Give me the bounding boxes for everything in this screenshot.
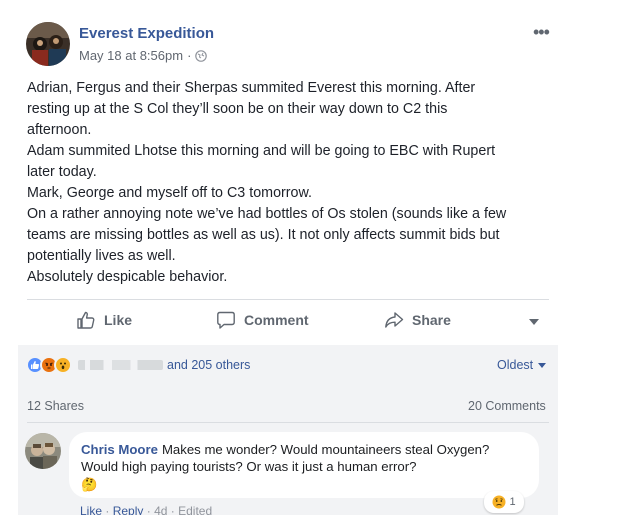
post-text: Adrian, Fergus and their Sherpas summite… <box>27 78 552 288</box>
post-line: resting up at the S Col they’ll soon be … <box>27 101 448 117</box>
separator: · <box>170 504 175 515</box>
sad-reaction-icon <box>492 495 506 509</box>
comments-count[interactable]: 20 Comments <box>468 399 546 413</box>
comment-label: Comment <box>244 312 309 328</box>
share-button[interactable]: Share <box>384 310 451 330</box>
page-name[interactable]: Everest Expedition <box>79 25 214 42</box>
share-arrow-icon <box>385 312 404 328</box>
comment-reply-link[interactable]: Reply <box>113 504 144 515</box>
post-line: afternoon. <box>27 122 92 138</box>
more-options-icon[interactable]: ••• <box>533 22 550 43</box>
comment-edited[interactable]: Edited <box>178 504 212 515</box>
divider <box>27 422 549 423</box>
post-card: Everest Expedition May 18 at 8:56pm · ••… <box>0 0 560 515</box>
comment-bubble: Chris Moore Makes me wonder? Would mounta… <box>69 432 539 498</box>
post-line: Adam summited Lhotse this morning and wi… <box>27 143 496 159</box>
wow-reaction-icon <box>54 356 72 374</box>
reaction-names[interactable]: and 205 others <box>78 358 250 372</box>
comment-button[interactable]: Comment <box>216 310 309 330</box>
comment-author[interactable]: Chris Moore <box>81 442 158 457</box>
post-line: Adrian, Fergus and their Sherpas summite… <box>27 80 476 96</box>
post-line: later today. <box>27 164 97 180</box>
post-date[interactable]: May 18 at 8:56pm <box>79 48 183 63</box>
reactions-summary[interactable]: and 205 others <box>26 355 250 375</box>
meta-separator: · <box>187 48 192 63</box>
post-line: potentially lives as well. <box>27 248 176 264</box>
comment-sort-dropdown[interactable]: Oldest <box>497 358 547 372</box>
comment-age[interactable]: 4d <box>154 504 167 515</box>
share-label: Share <box>412 312 451 328</box>
separator: · <box>146 504 151 515</box>
comment-sort-label: Oldest <box>497 358 534 372</box>
comment-actions: Like · Reply · 4d · Edited <box>80 504 212 515</box>
like-label: Like <box>104 312 133 328</box>
thinking-face-icon: 🤔 <box>81 477 98 492</box>
post-meta: May 18 at 8:56pm · <box>79 48 208 63</box>
post-line: Mark, George and myself off to C3 tomorr… <box>27 185 312 201</box>
comment-like-link[interactable]: Like <box>80 504 102 515</box>
audience-dropdown-icon[interactable] <box>529 319 539 325</box>
reaction-others[interactable]: and 205 others <box>167 358 250 372</box>
shares-count[interactable]: 12 Shares <box>27 399 84 413</box>
post-line: Absolutely despicable behavior. <box>27 269 228 285</box>
comment-icon <box>217 311 235 329</box>
comment-reactions[interactable]: 1 <box>484 491 524 513</box>
commenter-avatar[interactable] <box>25 433 61 469</box>
separator: · <box>105 504 110 515</box>
post-line: teams are missing bottles as well as us)… <box>27 227 500 243</box>
feedback-section: and 205 others Oldest 12 Shares 20 Comme… <box>18 345 558 515</box>
like-button[interactable]: Like <box>76 310 132 330</box>
comment-reaction-count: 1 <box>509 496 516 508</box>
post-line: On a rather annoying note we’ve had bott… <box>27 206 507 222</box>
globe-icon[interactable] <box>195 49 208 62</box>
thumbs-up-icon <box>77 311 95 329</box>
action-bar: Like Comment Share <box>27 300 549 344</box>
page-avatar[interactable] <box>26 22 70 66</box>
chevron-down-icon <box>538 362 547 368</box>
redacted-names <box>78 360 163 370</box>
